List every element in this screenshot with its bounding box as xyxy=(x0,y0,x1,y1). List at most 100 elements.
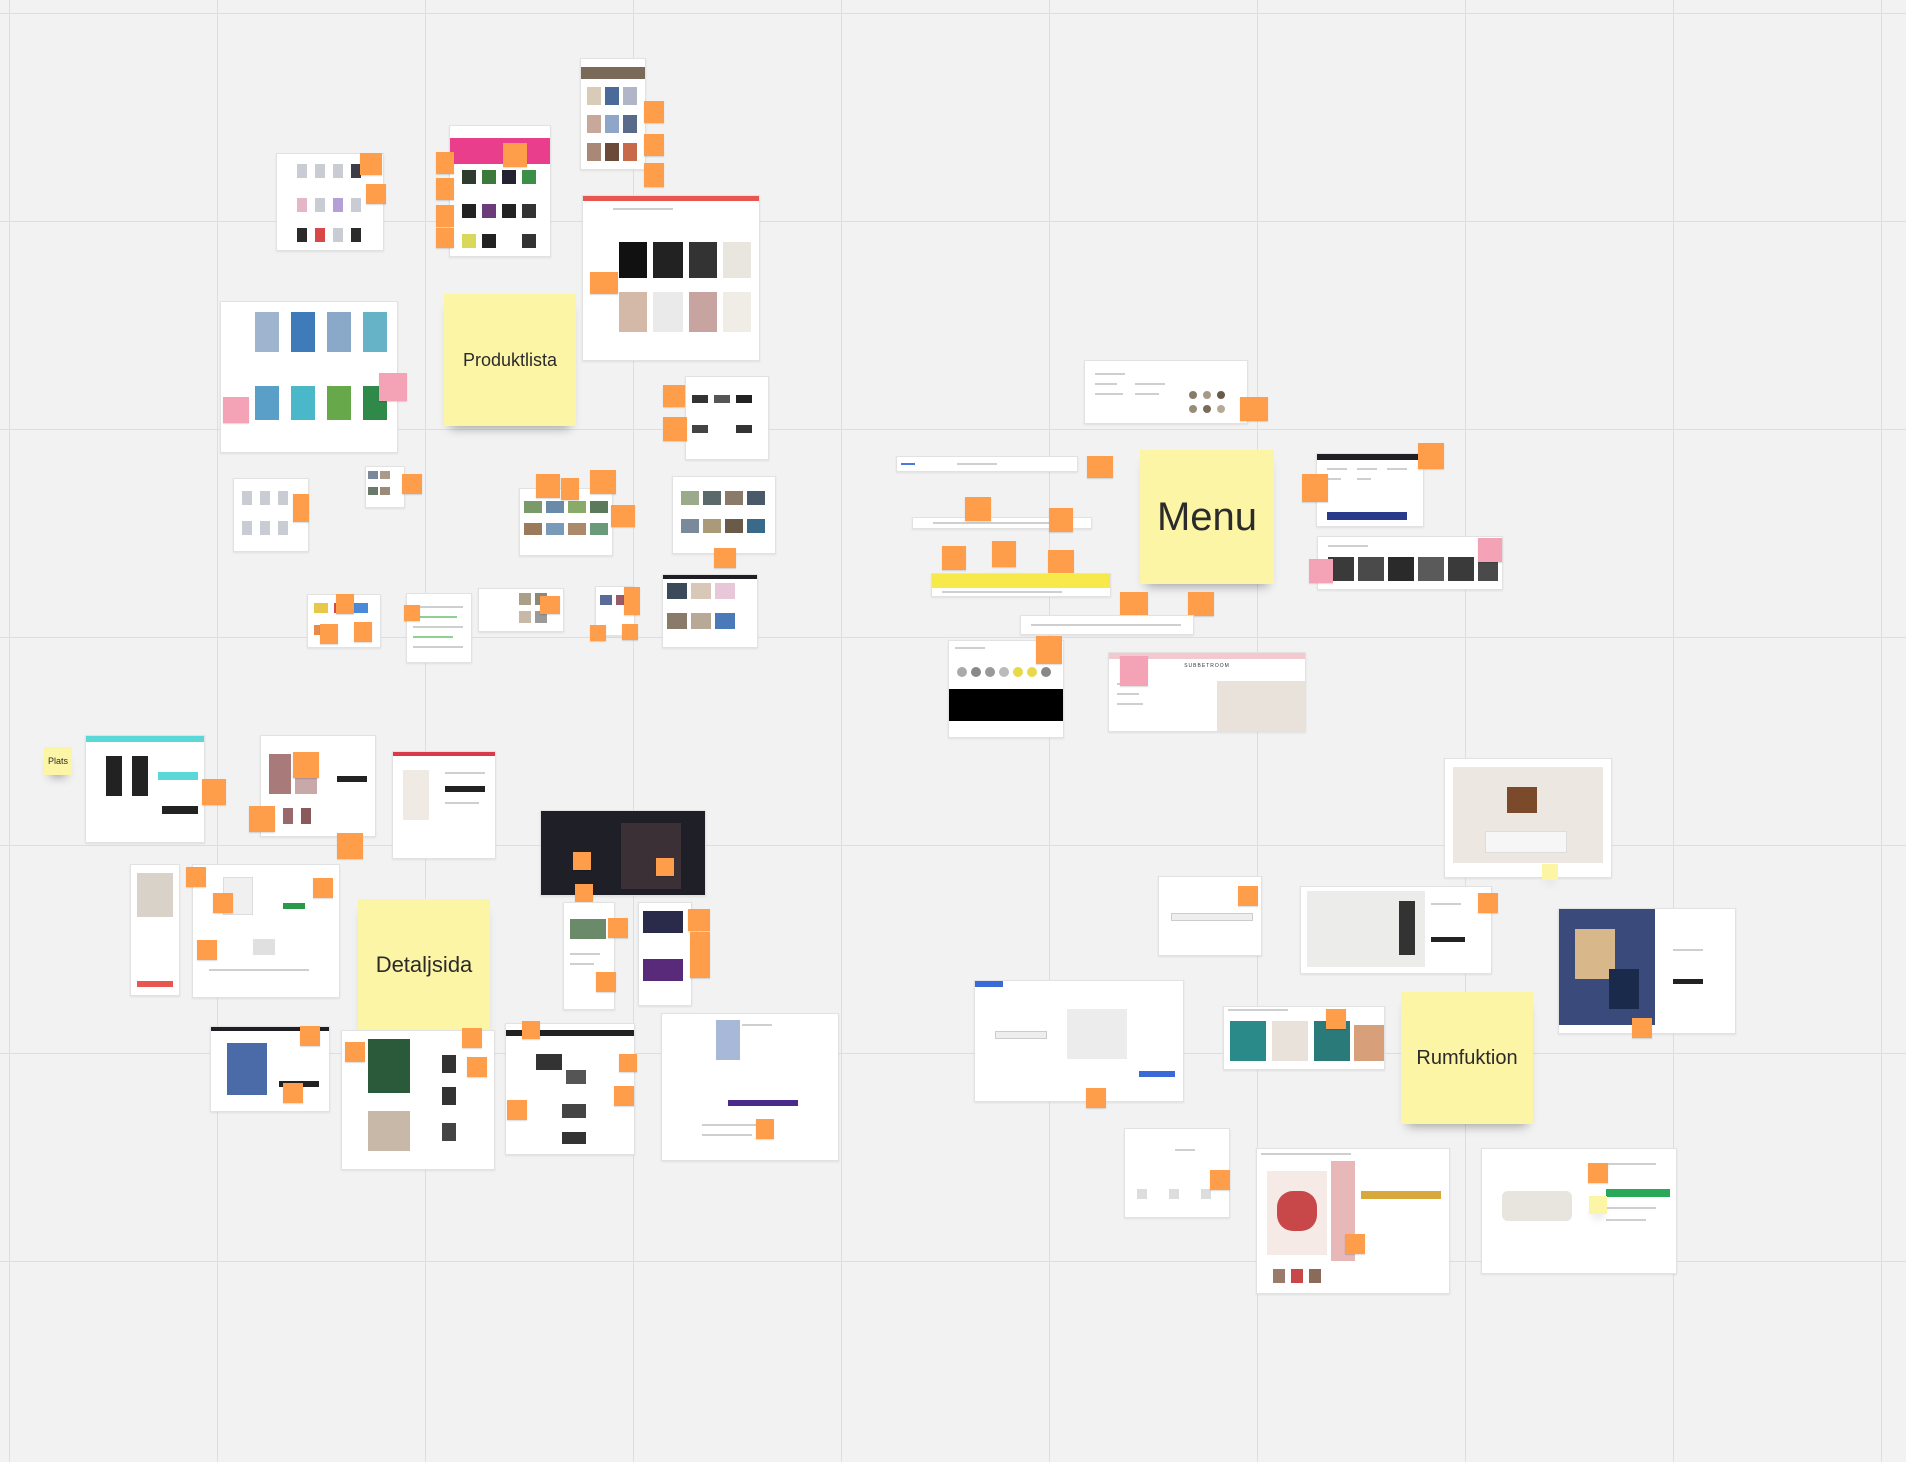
note-tag[interactable] xyxy=(992,541,1016,567)
note-tag[interactable] xyxy=(366,184,386,204)
screenshot-empty-room[interactable] xyxy=(1300,886,1492,974)
sticky-small[interactable] xyxy=(1542,864,1558,880)
note-tag[interactable] xyxy=(507,1100,527,1120)
note-tag[interactable] xyxy=(540,596,560,614)
screenshot-clothing-collage[interactable] xyxy=(580,58,646,170)
note-tag[interactable] xyxy=(714,548,736,568)
note-tag[interactable] xyxy=(300,1026,320,1046)
note-tag[interactable] xyxy=(1238,886,1258,906)
note-tag[interactable] xyxy=(293,752,319,778)
screenshot-search-bar-menu[interactable] xyxy=(896,456,1078,472)
note-tag[interactable] xyxy=(1120,656,1148,686)
screenshot-shoes-pink-header[interactable] xyxy=(449,125,551,257)
note-tag[interactable] xyxy=(379,373,407,401)
note-tag[interactable] xyxy=(1049,508,1073,532)
screenshot-floral-dress-detail[interactable] xyxy=(260,735,376,837)
note-tag[interactable] xyxy=(213,893,233,913)
screenshot-top-menu[interactable] xyxy=(1316,453,1424,527)
note-tag[interactable] xyxy=(596,972,616,992)
note-tag[interactable] xyxy=(1087,456,1113,478)
note-tag[interactable] xyxy=(590,625,606,641)
note-tag[interactable] xyxy=(436,205,454,227)
note-tag[interactable] xyxy=(611,505,635,527)
note-tag[interactable] xyxy=(1210,1170,1230,1190)
sticky-menu[interactable]: Menu xyxy=(1140,450,1274,584)
note-tag[interactable] xyxy=(1478,538,1502,562)
note-tag[interactable] xyxy=(614,1086,634,1106)
screenshot-phone-detail[interactable] xyxy=(661,1013,839,1161)
note-tag[interactable] xyxy=(1309,559,1333,583)
note-tag[interactable] xyxy=(337,833,363,859)
note-tag[interactable] xyxy=(1588,1163,1608,1183)
note-tag[interactable] xyxy=(590,470,616,494)
note-tag[interactable] xyxy=(575,884,593,902)
note-tag[interactable] xyxy=(619,1054,637,1072)
screenshot-dark-hero[interactable] xyxy=(540,810,706,896)
screenshot-thin-nav[interactable] xyxy=(1020,615,1194,635)
note-tag[interactable] xyxy=(690,932,710,954)
screenshot-living-room[interactable] xyxy=(1444,758,1612,878)
note-tag[interactable] xyxy=(622,624,638,640)
note-tag[interactable] xyxy=(436,152,454,174)
note-tag[interactable] xyxy=(336,594,354,614)
note-tag[interactable] xyxy=(462,1028,482,1048)
note-tag[interactable] xyxy=(313,878,333,898)
note-tag[interactable] xyxy=(1418,443,1444,469)
screenshot-mega-menu-furniture[interactable] xyxy=(1084,360,1248,424)
note-tag[interactable] xyxy=(467,1057,487,1077)
screenshot-tiny-images[interactable] xyxy=(365,466,405,508)
note-tag[interactable] xyxy=(756,1119,774,1139)
screenshot-yellow-header[interactable] xyxy=(931,573,1111,597)
note-tag[interactable] xyxy=(1240,397,1268,421)
note-tag[interactable] xyxy=(663,417,687,441)
sticky-small[interactable] xyxy=(1589,1196,1607,1214)
note-tag[interactable] xyxy=(186,867,206,887)
screenshot-filter-table[interactable] xyxy=(406,593,472,663)
note-tag[interactable] xyxy=(690,954,710,978)
sticky-plats[interactable]: Plats xyxy=(44,747,72,775)
screenshot-abstract-art[interactable] xyxy=(1558,908,1736,1034)
screenshot-concert-detail[interactable] xyxy=(638,902,692,1006)
note-tag[interactable] xyxy=(573,852,591,870)
note-tag[interactable] xyxy=(644,101,664,123)
note-tag[interactable] xyxy=(436,178,454,200)
note-tag[interactable] xyxy=(249,806,275,832)
note-tag[interactable] xyxy=(197,940,217,960)
note-tag[interactable] xyxy=(345,1042,365,1062)
sticky-detaljsida[interactable]: Detaljsida xyxy=(358,899,490,1031)
note-tag[interactable] xyxy=(1326,1009,1346,1029)
note-tag[interactable] xyxy=(503,143,527,167)
note-tag[interactable] xyxy=(402,474,422,494)
note-tag[interactable] xyxy=(293,494,309,522)
note-tag[interactable] xyxy=(590,272,618,294)
note-tag[interactable] xyxy=(436,228,454,248)
note-tag[interactable] xyxy=(1632,1018,1652,1038)
note-tag[interactable] xyxy=(1188,592,1214,616)
note-tag[interactable] xyxy=(522,1021,540,1039)
note-tag[interactable] xyxy=(1345,1234,1365,1254)
note-tag[interactable] xyxy=(354,622,372,642)
note-tag[interactable] xyxy=(202,779,226,805)
note-tag[interactable] xyxy=(624,587,640,615)
note-tag[interactable] xyxy=(536,474,560,498)
screenshot-sofa-detail[interactable] xyxy=(1481,1148,1677,1274)
note-tag[interactable] xyxy=(360,153,382,175)
note-tag[interactable] xyxy=(283,1083,303,1103)
note-tag[interactable] xyxy=(1478,893,1498,913)
note-tag[interactable] xyxy=(1302,474,1328,502)
screenshot-dress-detail[interactable] xyxy=(85,735,205,843)
sticky-rumfuktion[interactable]: Rumfuktion xyxy=(1401,992,1533,1124)
note-tag[interactable] xyxy=(644,163,664,187)
note-tag[interactable] xyxy=(561,478,579,500)
screenshot-coral-detail[interactable] xyxy=(1256,1148,1450,1294)
note-tag[interactable] xyxy=(688,909,710,931)
screenshot-shoes-row[interactable] xyxy=(685,376,769,460)
whiteboard-canvas[interactable]: Produktlista Menu SUBBETROOM Plats Detal… xyxy=(0,0,1906,1462)
screenshot-blazer-detail[interactable] xyxy=(130,864,180,996)
sticky-produktlista[interactable]: Produktlista xyxy=(444,294,576,426)
screenshot-collage-prints[interactable] xyxy=(662,574,758,648)
note-tag[interactable] xyxy=(965,497,991,521)
note-tag[interactable] xyxy=(1036,636,1062,664)
note-tag[interactable] xyxy=(608,918,628,938)
note-tag[interactable] xyxy=(656,858,674,876)
